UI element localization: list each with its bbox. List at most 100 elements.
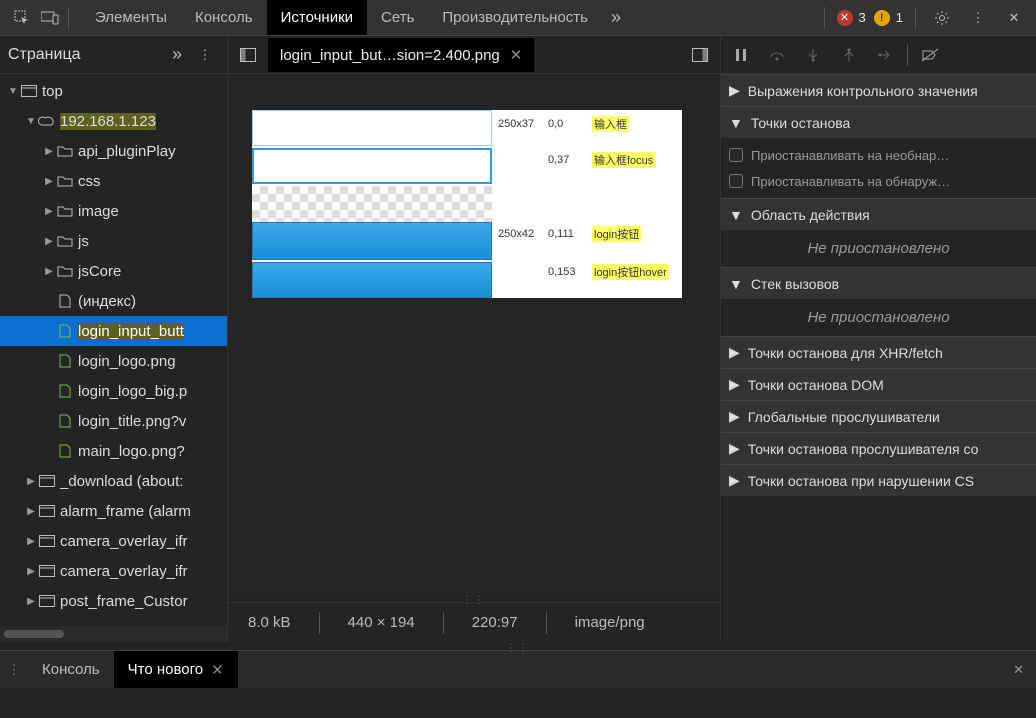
tree-item[interactable]: login_logo.png: [0, 346, 227, 376]
frame-icon: [38, 535, 56, 547]
top-tab-консоль[interactable]: Консоль: [181, 0, 267, 35]
error-count: 3: [859, 10, 866, 25]
file-icon: [56, 294, 74, 308]
drawer-tab-close-icon[interactable]: ✕: [211, 661, 224, 679]
sprite-input-focus: [252, 148, 492, 184]
tree-item[interactable]: ▶_download (about:: [0, 466, 227, 496]
folder-icon: [56, 265, 74, 277]
resize-handle[interactable]: [228, 594, 720, 602]
image-mime: image/png: [567, 614, 653, 631]
section-csp-breakpoints[interactable]: ▶Точки останова при нарушении CS: [721, 464, 1036, 496]
inspect-icon[interactable]: [8, 4, 36, 32]
tree-item[interactable]: ▶camera_overlay_ifr: [0, 556, 227, 586]
sprite-login-button: [252, 222, 492, 260]
top-tab-сеть[interactable]: Сеть: [367, 0, 428, 35]
sprite-transparent: [252, 186, 492, 222]
kebab-icon[interactable]: ⋮: [964, 4, 992, 32]
file-tab-close-icon[interactable]: ✕: [510, 46, 523, 64]
section-global-listeners[interactable]: ▶Глобальные прослушиватели: [721, 400, 1036, 432]
toggle-navigator-icon[interactable]: [234, 41, 262, 69]
checkbox-icon: [729, 148, 743, 162]
navigator-kebab-icon[interactable]: ⋮: [191, 41, 219, 69]
expand-arrow-icon: ▶: [24, 536, 38, 547]
expand-arrow-icon: ▶: [24, 566, 38, 577]
expand-arrow-icon: ▶: [24, 476, 38, 487]
horizontal-scrollbar[interactable]: [0, 626, 227, 642]
pause-uncaught-checkbox[interactable]: Приостанавливать на необнар…: [729, 142, 1028, 168]
file-icon: [56, 324, 74, 338]
file-tree[interactable]: ▼top▼192.168.1.123▶api_pluginPlay▶css▶im…: [0, 74, 227, 626]
tree-item[interactable]: ▶api_pluginPlay: [0, 136, 227, 166]
tree-item[interactable]: ▼192.168.1.123: [0, 106, 227, 136]
expand-arrow-icon: ▶: [42, 206, 56, 217]
step-out-icon[interactable]: [835, 41, 863, 69]
editor-panel: login_input_but…sion=2.400.png ✕ 250x370…: [228, 36, 720, 642]
pause-caught-checkbox[interactable]: Приостанавливать на обнаруж…: [729, 168, 1028, 194]
tree-item[interactable]: ▶js: [0, 226, 227, 256]
drawer-tab-label: Консоль: [42, 661, 100, 678]
section-dom-breakpoints[interactable]: ▶Точки останова DOM: [721, 368, 1036, 400]
warn-badge[interactable]: ! 1: [874, 10, 903, 26]
more-tabs-icon[interactable]: »: [602, 4, 630, 32]
navigator-panel: Страница » ⋮ ▼top▼192.168.1.123▶api_plug…: [0, 36, 228, 642]
sprite-annotations: 250x370,0输入框0,37输入框focus250x420,111login…: [492, 110, 682, 298]
tree-item-label: 192.168.1.123: [60, 113, 156, 130]
drawer-tab-1[interactable]: Что нового✕: [114, 651, 238, 688]
image-dimensions: 440 × 194: [340, 614, 423, 631]
file-tab[interactable]: login_input_but…sion=2.400.png ✕: [268, 38, 534, 72]
section-watch[interactable]: ▶Выражения контрольного значения: [721, 74, 1036, 106]
tree-item[interactable]: ▶camera_overlay_ifr: [0, 526, 227, 556]
image-aspect: 220:97: [464, 614, 526, 631]
sprite-annotation-row: 250x370,0输入框: [498, 116, 678, 132]
tree-item[interactable]: login_title.png?v: [0, 406, 227, 436]
step-over-icon[interactable]: [763, 41, 791, 69]
step-icon[interactable]: [871, 41, 899, 69]
top-tab-источники[interactable]: Источники: [267, 0, 367, 35]
drawer-close-icon[interactable]: ✕: [1001, 662, 1036, 678]
tree-item-label: login_logo_big.p: [78, 383, 187, 400]
toggle-debugger-icon[interactable]: [686, 41, 714, 69]
drawer-kebab-icon[interactable]: ⋮: [0, 656, 28, 684]
drawer-resize-handle[interactable]: [0, 642, 1036, 650]
section-xhr-breakpoints[interactable]: ▶Точки останова для XHR/fetch: [721, 336, 1036, 368]
navigator-more-icon[interactable]: »: [163, 41, 191, 69]
tree-item[interactable]: ▶post_frame_Custor: [0, 586, 227, 616]
expand-arrow-icon: ▶: [42, 236, 56, 247]
tree-item[interactable]: ▶image: [0, 196, 227, 226]
top-tab-производительность[interactable]: Производительность: [428, 0, 602, 35]
tree-item[interactable]: ▶ alarm_frame (alarm: [0, 496, 227, 526]
section-watch-label: Выражения контрольного значения: [748, 83, 978, 99]
tree-item[interactable]: (индекс): [0, 286, 227, 316]
top-tab-элементы[interactable]: Элементы: [81, 0, 181, 35]
deactivate-breakpoints-icon[interactable]: [916, 41, 944, 69]
cloud-icon: [38, 115, 56, 127]
expand-arrow-icon: ▼: [6, 86, 20, 97]
tree-item[interactable]: ▼top: [0, 76, 227, 106]
section-event-breakpoints[interactable]: ▶Точки останова прослушивателя со: [721, 432, 1036, 464]
expand-arrow-icon: ▶: [42, 146, 56, 157]
error-badge[interactable]: ✕ 3: [837, 10, 866, 26]
folder-icon: [56, 175, 74, 187]
section-scope[interactable]: ▼Область действия: [721, 198, 1036, 230]
tree-item[interactable]: ▶css: [0, 166, 227, 196]
section-callstack[interactable]: ▼Стек вызовов: [721, 267, 1036, 299]
tree-item[interactable]: login_input_butt: [0, 316, 227, 346]
pause-icon[interactable]: [727, 41, 755, 69]
file-icon: [56, 444, 74, 458]
drawer-tab-0[interactable]: Консоль: [28, 651, 114, 688]
tree-item[interactable]: ▶jsCore: [0, 256, 227, 286]
checkbox-icon: [729, 174, 743, 188]
file-tab-label: login_input_but…sion=2.400.png: [280, 47, 500, 64]
tree-item[interactable]: login_logo_big.p: [0, 376, 227, 406]
frame-icon: [38, 505, 56, 517]
section-breakpoints[interactable]: ▼Точки останова: [721, 106, 1036, 138]
debugger-accordion: ▶Выражения контрольного значения ▼Точки …: [721, 74, 1036, 496]
tree-item[interactable]: main_logo.png?: [0, 436, 227, 466]
expand-arrow-icon: ▶: [24, 506, 38, 517]
tree-item-label: alarm_frame (alarm: [60, 503, 191, 520]
close-devtools-icon[interactable]: ✕: [1000, 4, 1028, 32]
pause-caught-label: Приостанавливать на обнаруж…: [751, 174, 950, 189]
device-toggle-icon[interactable]: [36, 4, 64, 32]
step-into-icon[interactable]: [799, 41, 827, 69]
settings-icon[interactable]: [928, 4, 956, 32]
